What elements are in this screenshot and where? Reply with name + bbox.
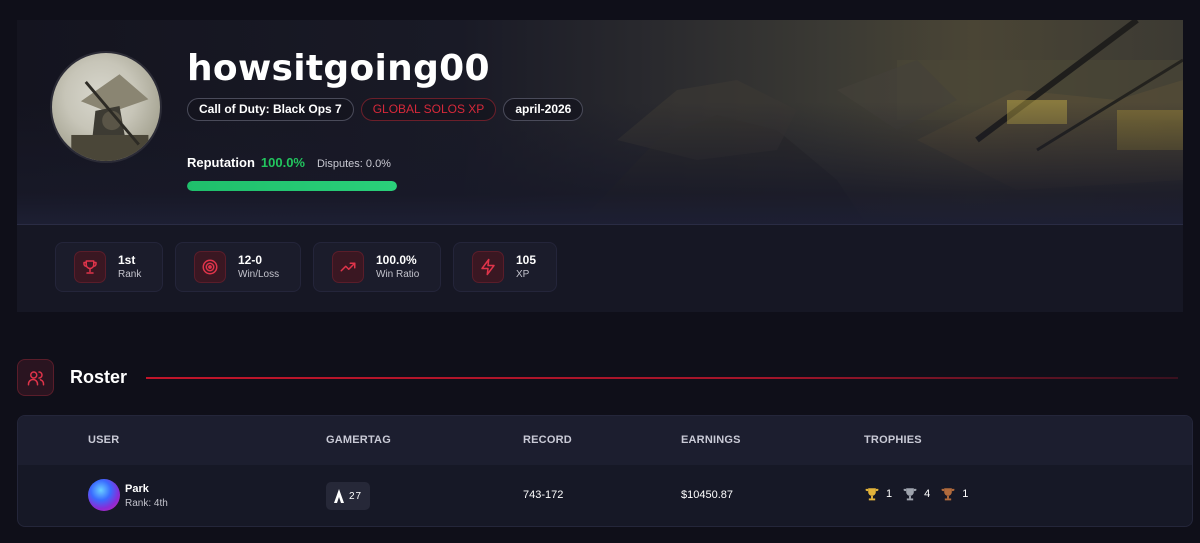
bronze-trophy-icon xyxy=(941,488,955,501)
reputation-value: 100.0% xyxy=(260,155,305,170)
target-icon xyxy=(194,251,226,283)
profile-tags: Call of Duty: Black Ops 7 GLOBAL SOLOS X… xyxy=(187,98,584,121)
silver-trophy-icon xyxy=(903,488,917,501)
silver-trophy-count: 4 xyxy=(924,488,931,500)
user-avatar[interactable] xyxy=(88,479,120,511)
reputation-label: Reputation xyxy=(187,155,255,170)
stat-win-loss-value: 12-0 xyxy=(238,252,263,267)
banner-divider xyxy=(17,224,1183,225)
stat-win-loss-label: Win/Loss xyxy=(238,268,280,280)
bronze-trophy-count: 1 xyxy=(962,488,969,500)
stats-row: 1st Rank 12-0 Win/Loss 100.0% Win Ratio … xyxy=(55,242,557,292)
stat-xp-label: XP xyxy=(516,268,530,280)
reputation-bar xyxy=(187,181,397,191)
user-name[interactable]: Park xyxy=(125,483,149,495)
stat-win-ratio-value: 100.0% xyxy=(376,252,417,267)
tag-season[interactable]: april-2026 xyxy=(503,98,584,121)
column-header-earnings: EARNINGS xyxy=(681,434,741,446)
lightning-icon xyxy=(472,251,504,283)
reputation-bar-fill xyxy=(187,181,397,191)
column-header-user: USER xyxy=(88,434,120,446)
stat-rank-value: 1st xyxy=(118,252,136,267)
gamertag-chip[interactable]: 27 xyxy=(326,482,370,510)
column-header-trophies: TROPHIES xyxy=(864,434,922,446)
table-header: USER GAMERTAG RECORD EARNINGS TROPHIES xyxy=(18,416,1192,465)
reputation-row: Reputation 100.0% Disputes: 0.0% xyxy=(187,155,391,170)
gamertag-value: 27 xyxy=(348,490,363,502)
stat-rank-label: Rank xyxy=(118,268,142,280)
table-row[interactable]: Park Rank: 4th 27 743-172 $10450.87 1 4 xyxy=(18,465,1192,526)
roster-title: Roster xyxy=(70,367,128,387)
stat-rank: 1st Rank xyxy=(55,242,163,292)
profile-username: howsitgoing00 xyxy=(187,48,490,89)
call-of-duty-icon xyxy=(333,489,344,503)
stat-win-ratio: 100.0% Win Ratio xyxy=(313,242,441,292)
profile-card: howsitgoing00 Call of Duty: Black Ops 7 … xyxy=(17,20,1183,312)
stat-win-ratio-label: Win Ratio xyxy=(376,268,420,280)
column-header-record: RECORD xyxy=(523,434,572,446)
disputes-text: Disputes: 0.0% xyxy=(316,158,391,170)
record-value: 743-172 xyxy=(523,489,564,501)
trending-up-icon xyxy=(332,251,364,283)
stat-xp-value: 105 xyxy=(516,252,537,267)
users-icon xyxy=(17,359,54,396)
gold-trophy-count: 1 xyxy=(886,488,893,500)
profile-avatar xyxy=(50,51,162,163)
earnings-value: $10450.87 xyxy=(681,489,733,501)
user-rank: Rank: 4th xyxy=(125,498,168,509)
stat-win-loss: 12-0 Win/Loss xyxy=(175,242,301,292)
roster-table: USER GAMERTAG RECORD EARNINGS TROPHIES P… xyxy=(17,415,1193,527)
trophies-cell: 1 4 1 xyxy=(864,487,978,501)
column-header-gamertag: GAMERTAG xyxy=(326,434,391,446)
roster-divider xyxy=(146,377,1178,379)
trophy-icon xyxy=(74,251,106,283)
gold-trophy-icon xyxy=(865,488,879,501)
tag-game[interactable]: Call of Duty: Black Ops 7 xyxy=(187,98,354,121)
stat-xp: 105 XP xyxy=(453,242,557,292)
tag-ladder[interactable]: GLOBAL SOLOS XP xyxy=(360,98,497,121)
